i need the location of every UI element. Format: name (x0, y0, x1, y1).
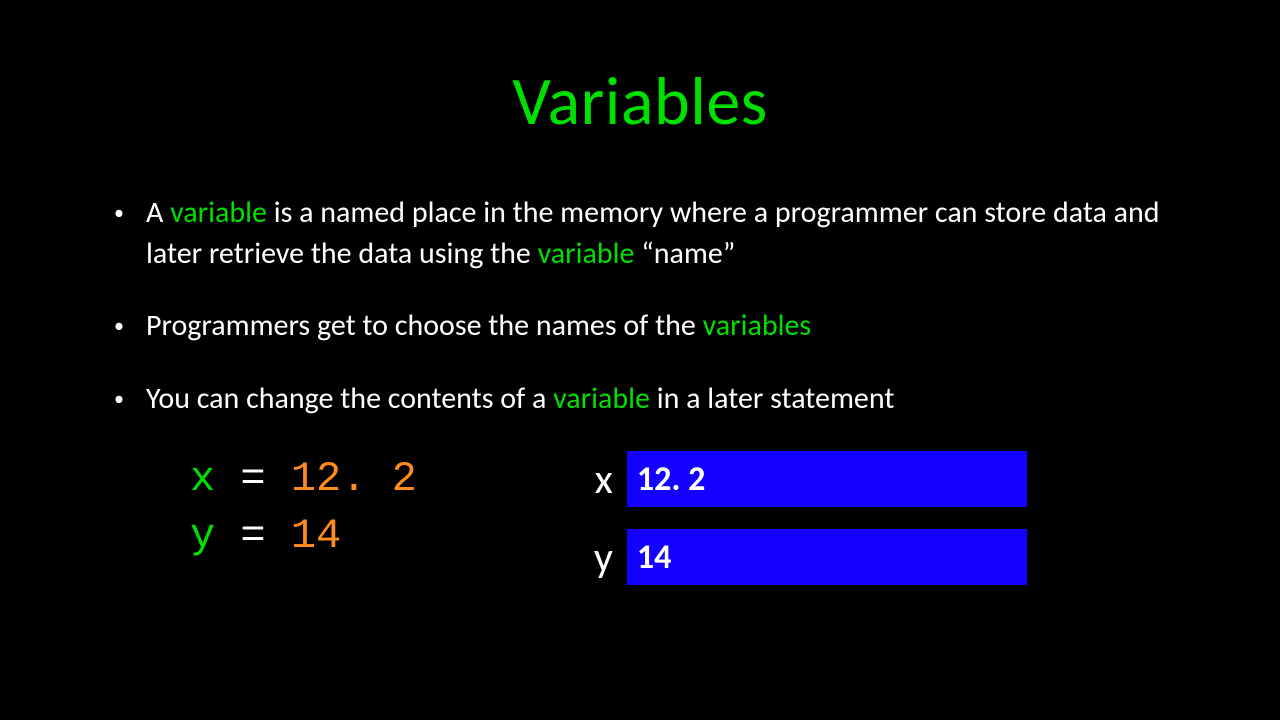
code-line: x = 12. 2 (190, 451, 417, 508)
text: Programmers get to choose the names of t… (146, 307, 703, 344)
bullet-list: A variable is a named place in the memor… (100, 193, 1180, 419)
memory-row: x 12. 2 (577, 451, 1027, 507)
bullet-item: You can change the contents of a variabl… (100, 379, 1180, 420)
memory-label: x (577, 454, 627, 505)
bullet-item: A variable is a named place in the memor… (100, 193, 1180, 274)
code-equals: = (215, 455, 291, 503)
code-variable: y (190, 512, 215, 560)
slide-title: Variables (100, 60, 1180, 143)
code-equals: = (215, 512, 291, 560)
code-line: y = 14 (190, 508, 417, 565)
text: in a later statement (650, 380, 894, 417)
memory-value-box: 14 (627, 529, 1027, 585)
code-block: x = 12. 2 y = 14 (190, 451, 417, 607)
keyword: variable (538, 235, 635, 272)
memory-row: y 14 (577, 529, 1027, 585)
bullet-item: Programmers get to choose the names of t… (100, 306, 1180, 347)
text: You can change the contents of a (146, 380, 553, 417)
text: “name” (634, 235, 735, 272)
memory-value-box: 12. 2 (627, 451, 1027, 507)
code-variable: x (190, 455, 215, 503)
memory-label: y (577, 532, 627, 583)
keyword: variable (170, 194, 267, 231)
code-number: 14 (291, 512, 341, 560)
example-area: x = 12. 2 y = 14 x 12. 2 y 14 (100, 451, 1180, 607)
keyword: variable (553, 380, 650, 417)
slide: Variables A variable is a named place in… (0, 0, 1280, 720)
text: A (146, 194, 170, 231)
memory-boxes: x 12. 2 y 14 (577, 451, 1027, 607)
keyword: variables (703, 307, 812, 344)
code-number: 12. 2 (291, 455, 417, 503)
